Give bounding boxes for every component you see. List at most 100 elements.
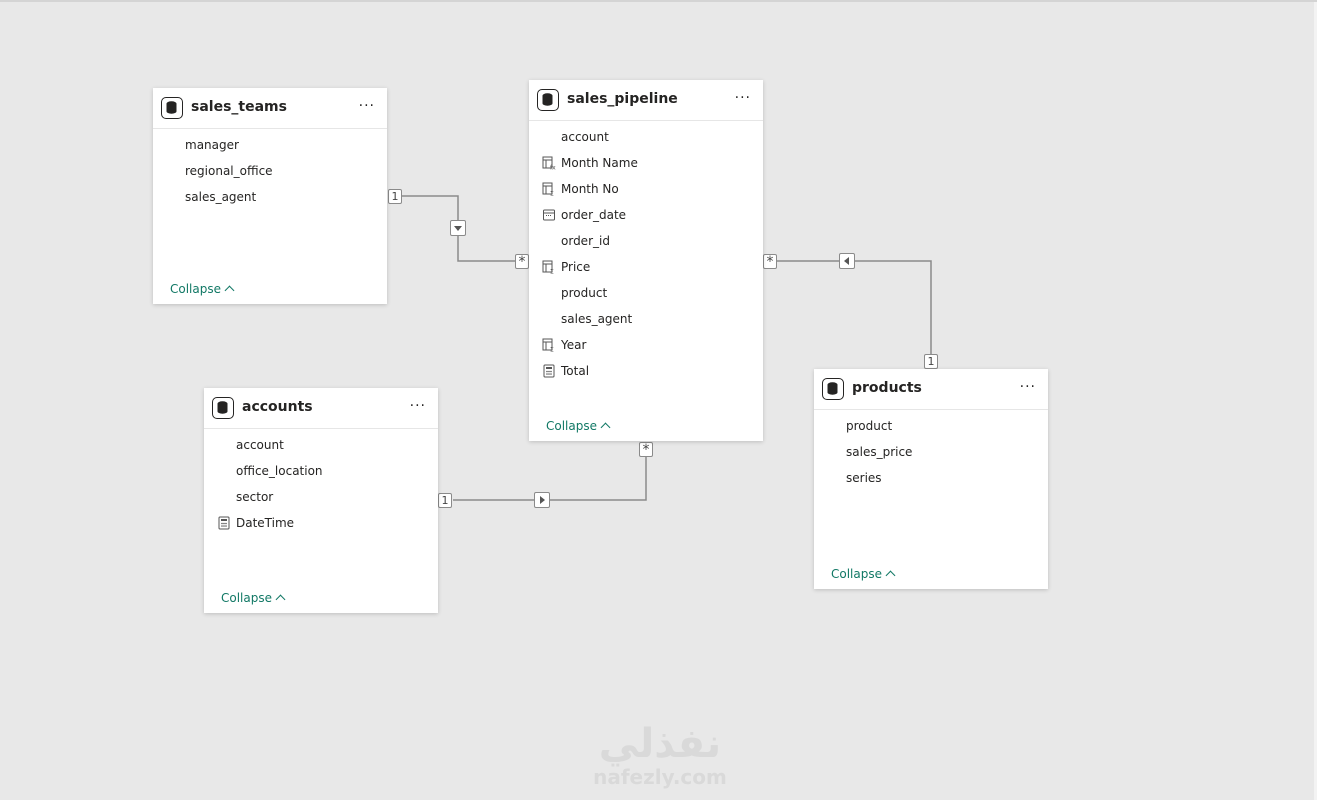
field-label: sales_agent (185, 190, 257, 204)
watermark-main-text: نفذلي (598, 721, 722, 767)
table-title: accounts (242, 399, 313, 415)
field-label: order_date (561, 208, 627, 222)
cardinality-one-sales-teams: 1 (388, 189, 402, 204)
calculated-column-icon: Σ (542, 260, 554, 275)
table-card-accounts[interactable]: accounts ··· account office_location sec… (204, 388, 438, 613)
collapse-label: Collapse (831, 567, 882, 581)
filter-direction-down-icon[interactable] (450, 220, 466, 236)
field-item[interactable]: sector (204, 484, 438, 510)
table-icon (161, 97, 183, 119)
chevron-up-icon (224, 285, 235, 296)
field-item[interactable]: series (814, 465, 1048, 491)
field-label: account (236, 438, 284, 452)
chevron-up-icon (600, 422, 611, 433)
field-label: Month Name (561, 156, 638, 170)
collapse-button[interactable]: Collapse (170, 282, 235, 296)
field-item[interactable]: product (529, 280, 763, 306)
table-title: sales_pipeline (567, 91, 678, 107)
cardinality-many-sales-pipeline-left: * (515, 254, 529, 270)
svg-text:Σ: Σ (550, 269, 554, 275)
field-list: account fx Month Name Σ Month No order_d… (529, 121, 763, 384)
field-label: sales_agent (561, 312, 633, 326)
field-label: Price (561, 260, 591, 274)
field-item[interactable]: sales_agent (153, 184, 387, 210)
svg-text:Σ: Σ (550, 347, 554, 353)
field-label: order_id (561, 234, 610, 248)
table-icon (537, 89, 559, 111)
field-item[interactable]: account (529, 124, 763, 150)
chevron-up-icon (275, 594, 286, 605)
field-item[interactable]: DateTime (204, 510, 438, 536)
cardinality-many-sales-pipeline-right: * (763, 254, 777, 270)
field-item[interactable]: fx Month Name (529, 150, 763, 176)
field-item[interactable]: order_id (529, 228, 763, 254)
field-list: manager regional_office sales_agent (153, 129, 387, 210)
field-item[interactable]: Σ Month No (529, 176, 763, 202)
field-label: manager (185, 138, 239, 152)
table-icon (212, 397, 234, 419)
field-item[interactable]: office_location (204, 458, 438, 484)
field-label: Year (561, 338, 587, 352)
measure-calculator-icon (543, 364, 555, 378)
relationship-line-products (777, 260, 932, 354)
field-item[interactable]: order_date (529, 202, 763, 228)
svg-text:Σ: Σ (550, 191, 554, 197)
table-icon (822, 378, 844, 400)
table-card-sales-pipeline[interactable]: sales_pipeline ··· account fx Month Name… (529, 80, 763, 441)
collapse-button[interactable]: Collapse (221, 591, 286, 605)
field-label: regional_office (185, 164, 273, 178)
field-item[interactable]: Total (529, 358, 763, 384)
calculated-column-icon: fx (542, 156, 556, 170)
field-label: sector (236, 490, 274, 504)
more-options-icon[interactable]: ··· (410, 397, 426, 415)
more-options-icon[interactable]: ··· (359, 97, 375, 115)
field-item[interactable]: manager (153, 132, 387, 158)
table-title: sales_teams (191, 99, 287, 115)
table-header[interactable]: products ··· (814, 369, 1048, 410)
field-label: DateTime (236, 516, 295, 530)
field-label: product (846, 419, 893, 433)
table-header[interactable]: sales_pipeline ··· (529, 80, 763, 121)
field-label: account (561, 130, 609, 144)
chevron-up-icon (885, 570, 896, 581)
field-item[interactable]: Σ Year (529, 332, 763, 358)
field-label: sales_price (846, 445, 913, 459)
watermark-logo: نفذلي nafezly.com (580, 722, 740, 788)
collapse-button[interactable]: Collapse (831, 567, 896, 581)
table-card-sales-teams[interactable]: sales_teams ··· manager regional_office … (153, 88, 387, 304)
collapse-label: Collapse (221, 591, 272, 605)
field-label: series (846, 471, 882, 485)
cardinality-many-sales-pipeline-bottom: * (639, 442, 653, 458)
calculated-column-icon: Σ (542, 182, 554, 197)
more-options-icon[interactable]: ··· (735, 89, 751, 107)
collapse-label: Collapse (170, 282, 221, 296)
field-list: product sales_price series (814, 410, 1048, 491)
field-item[interactable]: sales_agent (529, 306, 763, 332)
date-column-icon (543, 209, 555, 221)
svg-text:fx: fx (550, 165, 556, 171)
calculated-column-icon: Σ (542, 338, 554, 353)
table-header[interactable]: accounts ··· (204, 388, 438, 429)
collapse-label: Collapse (546, 419, 597, 433)
field-label: product (561, 286, 608, 300)
collapse-button[interactable]: Collapse (546, 419, 611, 433)
field-item[interactable]: regional_office (153, 158, 387, 184)
filter-direction-left-icon[interactable] (839, 253, 855, 269)
field-label: Total (561, 364, 590, 378)
field-list: account office_location sector DateTime (204, 429, 438, 536)
field-item[interactable]: product (814, 413, 1048, 439)
field-item[interactable]: account (204, 432, 438, 458)
more-options-icon[interactable]: ··· (1020, 378, 1036, 396)
filter-direction-right-icon[interactable] (534, 492, 550, 508)
table-title: products (852, 380, 922, 396)
model-canvas[interactable]: 1 * * 1 * 1 sales_teams ··· manager regi… (0, 0, 1317, 800)
table-card-products[interactable]: products ··· product sales_price series … (814, 369, 1048, 589)
cardinality-one-products: 1 (924, 354, 938, 369)
measure-calculator-icon (218, 516, 230, 530)
table-header[interactable]: sales_teams ··· (153, 88, 387, 129)
field-item[interactable]: sales_price (814, 439, 1048, 465)
field-label: Month No (561, 182, 619, 196)
cardinality-one-accounts: 1 (438, 493, 452, 508)
field-label: office_location (236, 464, 323, 478)
field-item[interactable]: Σ Price (529, 254, 763, 280)
